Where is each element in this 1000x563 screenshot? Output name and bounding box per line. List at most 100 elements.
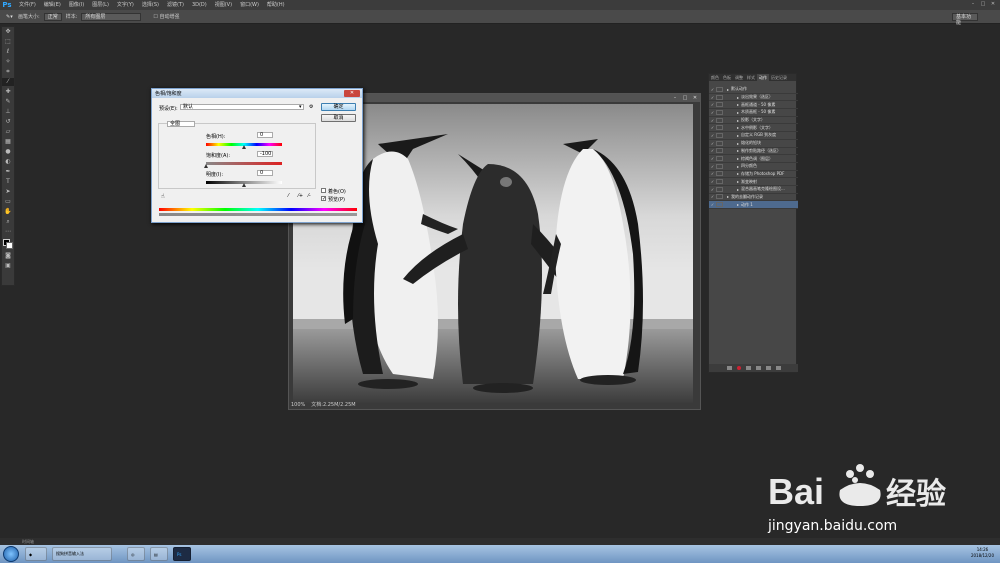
hand-tool-icon[interactable]: ✋ bbox=[2, 208, 14, 216]
action-row[interactable]: ✓ ▸ 混合器画笔克隆绘图设... bbox=[709, 186, 798, 194]
preset-select[interactable]: 默认 bbox=[180, 104, 304, 110]
action-enabled-check[interactable]: ✓ bbox=[709, 148, 716, 153]
record-icon[interactable] bbox=[736, 366, 741, 370]
expand-arrow-icon[interactable]: ▸ bbox=[737, 118, 739, 123]
action-dialog-toggle[interactable] bbox=[716, 86, 723, 92]
action-dialog-toggle[interactable] bbox=[716, 156, 723, 162]
menu-item-10[interactable]: 帮助(H) bbox=[264, 0, 288, 10]
action-dialog-toggle[interactable] bbox=[716, 194, 723, 200]
lightness-input[interactable]: 0 bbox=[257, 170, 273, 176]
start-button[interactable] bbox=[3, 546, 19, 562]
new-set-icon[interactable] bbox=[755, 366, 761, 370]
channel-select[interactable]: 全图 bbox=[167, 121, 195, 127]
stop-icon[interactable] bbox=[726, 366, 732, 370]
menu-item-2[interactable]: 图像(I) bbox=[66, 0, 87, 10]
action-enabled-check[interactable]: ✓ bbox=[709, 110, 716, 115]
zoom-tool-icon[interactable]: ⌕ bbox=[2, 218, 14, 226]
expand-arrow-icon[interactable]: ▸ bbox=[737, 179, 739, 184]
more-tools-icon[interactable]: ⋯ bbox=[2, 228, 14, 236]
move-tool-icon[interactable]: ✥ bbox=[2, 28, 14, 36]
action-row[interactable]: ✓ ▸ 投影（文字） bbox=[709, 117, 798, 125]
action-enabled-check[interactable]: ✓ bbox=[709, 87, 716, 92]
action-enabled-check[interactable]: ✓ bbox=[709, 202, 716, 207]
maximize-icon[interactable]: □ bbox=[978, 0, 988, 9]
marquee-tool-icon[interactable]: ⬚ bbox=[2, 38, 14, 46]
hue-input[interactable]: 0 bbox=[257, 132, 273, 138]
new-action-icon[interactable] bbox=[765, 366, 771, 370]
ok-button[interactable]: 确定 bbox=[321, 103, 356, 111]
action-dialog-toggle[interactable] bbox=[716, 140, 723, 146]
action-row[interactable]: ✓ ▸ 木质画框 - 50 像素 bbox=[709, 109, 798, 117]
taskbar-item-ime[interactable]: 搜狗拼音输入法 bbox=[52, 547, 112, 561]
auto-enhance-checkbox[interactable]: ☐ 自动增强 bbox=[153, 13, 179, 20]
play-icon[interactable] bbox=[745, 366, 751, 370]
action-enabled-check[interactable]: ✓ bbox=[709, 179, 716, 184]
expand-arrow-icon[interactable]: ▸ bbox=[737, 164, 739, 169]
menu-item-8[interactable]: 视图(V) bbox=[212, 0, 235, 10]
action-dialog-toggle[interactable] bbox=[716, 148, 723, 154]
doc-close-icon[interactable]: ✕ bbox=[690, 95, 700, 101]
history-brush-icon[interactable]: ↺ bbox=[2, 118, 14, 126]
expand-arrow-icon[interactable]: ▸ bbox=[737, 202, 739, 207]
panel-tab-5[interactable]: 历史记录 bbox=[769, 74, 789, 81]
expand-arrow-icon[interactable]: ▸ bbox=[737, 102, 739, 107]
action-dialog-toggle[interactable] bbox=[716, 202, 723, 208]
action-dialog-toggle[interactable] bbox=[716, 171, 723, 177]
panel-tab-2[interactable]: 调整 bbox=[733, 74, 745, 81]
expand-arrow-icon[interactable]: ▸ bbox=[737, 133, 739, 138]
action-enabled-check[interactable]: ✓ bbox=[709, 187, 716, 192]
action-row[interactable]: ✓ ▸ 熔化的铅块 bbox=[709, 140, 798, 148]
preview-checkbox[interactable]: ✓ bbox=[321, 196, 326, 202]
action-row[interactable]: ✓ ▸ 存储为 Photoshop PDF bbox=[709, 171, 798, 179]
dodge-tool-icon[interactable]: ◐ bbox=[2, 158, 14, 166]
action-row[interactable]: ✓ ▸ 我的去翻动作记录 bbox=[709, 194, 798, 202]
workspace-select[interactable]: 基本功能 bbox=[952, 12, 978, 26]
action-row[interactable]: ✓ ▸ 画框通道 - 50 像素 bbox=[709, 101, 798, 110]
expand-arrow-icon[interactable]: ▸ bbox=[737, 171, 739, 176]
action-dialog-toggle[interactable] bbox=[716, 163, 723, 169]
delete-icon[interactable] bbox=[775, 366, 781, 370]
action-enabled-check[interactable]: ✓ bbox=[709, 141, 716, 146]
sample-select[interactable]: 所有图层 bbox=[81, 12, 142, 21]
preset-dropdown-icon[interactable]: ▾ bbox=[299, 104, 302, 110]
eraser-tool-icon[interactable]: ▱ bbox=[2, 128, 14, 136]
blur-tool-icon[interactable]: ● bbox=[2, 148, 14, 156]
saturation-input[interactable]: -100 bbox=[257, 151, 273, 157]
menu-item-4[interactable]: 文字(Y) bbox=[114, 0, 137, 10]
menu-item-0[interactable]: 文件(F) bbox=[16, 0, 39, 10]
expand-arrow-icon[interactable]: ▸ bbox=[737, 148, 739, 153]
action-enabled-check[interactable]: ✓ bbox=[709, 164, 716, 169]
action-dialog-toggle[interactable] bbox=[716, 109, 723, 115]
action-dialog-toggle[interactable] bbox=[716, 94, 723, 100]
zoom-level[interactable]: 100% bbox=[291, 402, 305, 408]
eyedropper-plus-icon[interactable]: ⁄+ bbox=[298, 193, 303, 199]
action-row[interactable]: ✓ ▸ 动作 1 bbox=[709, 201, 798, 209]
action-dialog-toggle[interactable] bbox=[716, 186, 723, 192]
menu-item-3[interactable]: 图层(L) bbox=[89, 0, 112, 10]
panel-tab-4[interactable]: 动作 bbox=[757, 74, 769, 81]
expand-arrow-icon[interactable]: ▸ bbox=[737, 95, 739, 100]
action-dialog-toggle[interactable] bbox=[716, 102, 723, 108]
action-row[interactable]: ✓ ▸ 自定义 RGB 到灰度 bbox=[709, 132, 798, 140]
menu-item-7[interactable]: 3D(D) bbox=[189, 0, 210, 10]
saturation-slider[interactable] bbox=[206, 162, 282, 165]
brush-tool-icon[interactable]: ✎▾ bbox=[6, 14, 18, 20]
taskbar-icon-app1[interactable]: ◆ bbox=[25, 547, 47, 561]
crop-tool-icon[interactable]: ⌗ bbox=[2, 68, 14, 76]
eyedropper-tool-icon[interactable]: ⁄ bbox=[2, 78, 14, 86]
eyedropper-minus-icon[interactable]: ⁄- bbox=[308, 193, 311, 199]
action-dialog-toggle[interactable] bbox=[716, 125, 723, 131]
action-row[interactable]: ✓ ▸ 渐变映射 bbox=[709, 178, 798, 186]
action-enabled-check[interactable]: ✓ bbox=[709, 118, 716, 123]
action-enabled-check[interactable]: ✓ bbox=[709, 171, 716, 176]
expand-arrow-icon[interactable]: ▸ bbox=[727, 194, 729, 199]
taskbar-icon-folder[interactable]: ▤ bbox=[150, 547, 168, 561]
panel-tab-1[interactable]: 色板 bbox=[721, 74, 733, 81]
expand-arrow-icon[interactable]: ▸ bbox=[737, 125, 739, 130]
target-adjust-icon[interactable]: ☝ bbox=[161, 193, 165, 200]
menu-item-1[interactable]: 编辑(E) bbox=[41, 0, 64, 10]
eyedropper-icon[interactable]: ⁄ bbox=[288, 193, 289, 199]
color-swatches[interactable] bbox=[2, 238, 14, 250]
colorize-checkbox[interactable] bbox=[321, 188, 326, 193]
doc-maximize-icon[interactable]: □ bbox=[680, 95, 690, 101]
